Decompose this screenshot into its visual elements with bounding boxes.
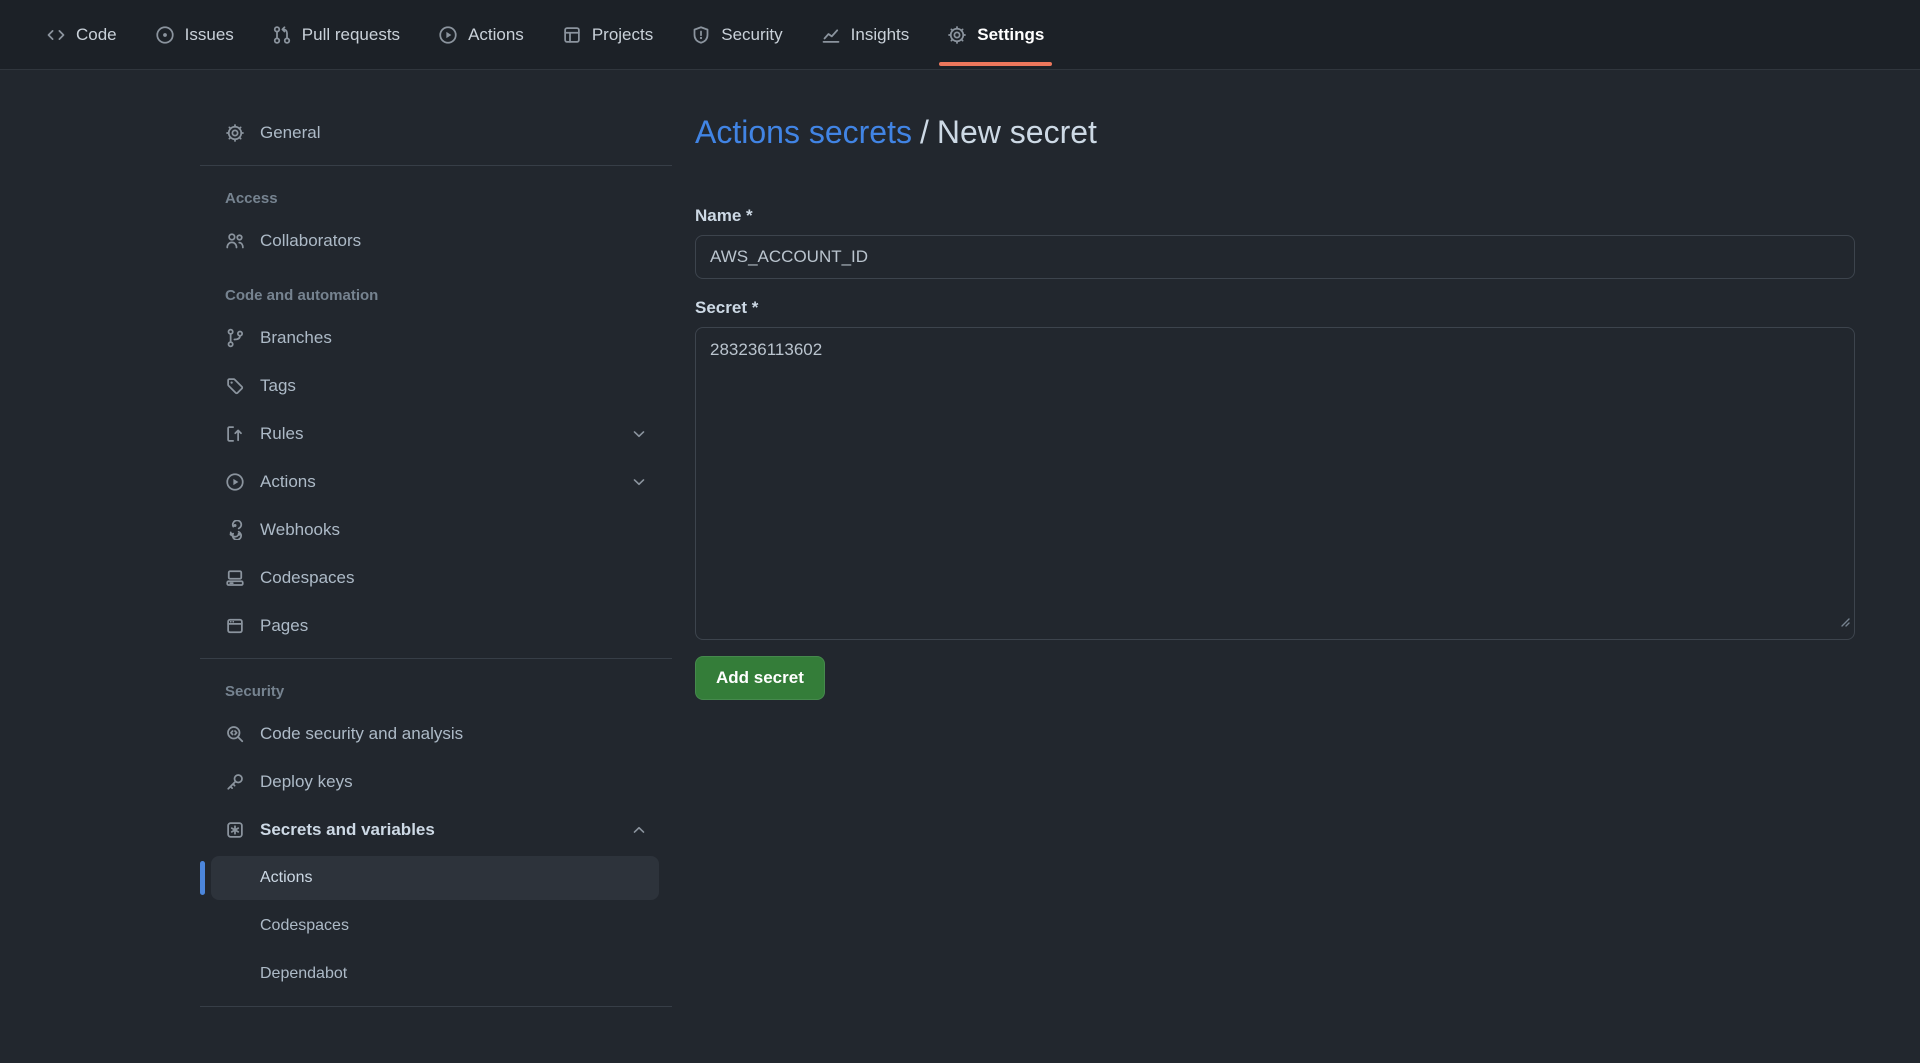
tab-label: Pull requests: [302, 25, 400, 45]
tab-label: Projects: [592, 25, 653, 45]
active-item-indicator: [200, 861, 205, 895]
git-pull-request-icon: [272, 25, 292, 45]
tab-pull-requests[interactable]: Pull requests: [258, 0, 414, 69]
add-secret-button[interactable]: Add secret: [695, 656, 825, 700]
breadcrumb-separator: /: [920, 114, 929, 150]
sidebar-item-label: Rules: [260, 424, 303, 444]
table-icon: [562, 25, 582, 45]
sidebar-item-codespaces[interactable]: Codespaces: [200, 556, 672, 600]
sidebar-item-label: Collaborators: [260, 231, 361, 251]
sidebar-item-label: Deploy keys: [260, 772, 353, 792]
play-icon: [225, 472, 245, 492]
sidebar-item-code-security[interactable]: Code security and analysis: [200, 712, 672, 756]
gear-icon: [947, 25, 967, 45]
codespaces-icon: [225, 568, 245, 588]
issue-opened-icon: [155, 25, 175, 45]
sidebar-item-label: Branches: [260, 328, 332, 348]
tab-security[interactable]: Security: [677, 0, 796, 69]
tab-code[interactable]: Code: [32, 0, 131, 69]
tab-label: Actions: [468, 25, 524, 45]
sidebar-item-label: Webhooks: [260, 520, 340, 540]
sidebar-item-rules[interactable]: Rules: [200, 412, 672, 456]
codescan-icon: [225, 724, 245, 744]
sidebar-subitem-dependabot[interactable]: Dependabot: [211, 952, 659, 996]
tab-issues[interactable]: Issues: [141, 0, 248, 69]
shield-icon: [691, 25, 711, 45]
code-icon: [46, 25, 66, 45]
sidebar-item-pages[interactable]: Pages: [200, 604, 672, 648]
secret-value-textarea[interactable]: 283236113602: [695, 327, 1855, 640]
tag-icon: [225, 376, 245, 396]
sidebar-subitem-label: Dependabot: [260, 965, 347, 983]
sidebar-item-label: Actions: [260, 472, 316, 492]
tab-label: Security: [721, 25, 782, 45]
sidebar-item-tags[interactable]: Tags: [200, 364, 672, 408]
git-branch-icon: [225, 328, 245, 348]
breadcrumb: Actions secrets/New secret: [695, 112, 1855, 152]
browser-icon: [225, 616, 245, 636]
sidebar-item-webhooks[interactable]: Webhooks: [200, 508, 672, 552]
chevron-down-icon: [630, 473, 648, 491]
tab-label: Settings: [977, 25, 1044, 45]
active-tab-underline: [939, 62, 1052, 66]
sidebar-item-deploy-keys[interactable]: Deploy keys: [200, 760, 672, 804]
chevron-down-icon: [630, 425, 648, 443]
tab-actions[interactable]: Actions: [424, 0, 538, 69]
secret-label: Secret *: [695, 296, 1855, 320]
tab-settings[interactable]: Settings: [933, 0, 1058, 69]
people-icon: [225, 231, 245, 251]
section-header-code-and-automation: Code and automation: [225, 287, 672, 304]
section-header-access: Access: [225, 190, 672, 207]
sidebar-item-label: General: [260, 123, 320, 143]
webhook-icon: [225, 520, 245, 540]
sidebar-item-general[interactable]: General: [200, 111, 672, 155]
divider: [200, 658, 672, 659]
sidebar-item-secrets-and-variables[interactable]: Secrets and variables: [200, 808, 672, 852]
new-secret-form: Actions secrets/New secret Name * Secret…: [695, 70, 1855, 700]
tab-label: Code: [76, 25, 117, 45]
actions-secrets-link[interactable]: Actions secrets: [695, 114, 912, 150]
tab-label: Issues: [185, 25, 234, 45]
sidebar-subitem-label: Actions: [260, 869, 312, 887]
divider: [200, 1006, 672, 1007]
secret-name-input[interactable]: [695, 235, 1855, 279]
gear-icon: [225, 123, 245, 143]
settings-sidebar: General Access Collaborators Code and au…: [200, 111, 672, 1019]
sidebar-subitem-actions[interactable]: Actions: [211, 856, 659, 900]
sidebar-item-collaborators[interactable]: Collaborators: [200, 219, 672, 263]
repo-tab-bar: Code Issues Pull requests Actions Projec…: [0, 0, 1920, 70]
tab-label: Insights: [851, 25, 910, 45]
secret-textarea-wrap: 283236113602: [695, 327, 1855, 640]
graph-icon: [821, 25, 841, 45]
chevron-up-icon: [630, 821, 648, 839]
sidebar-subitem-label: Codespaces: [260, 917, 349, 935]
tab-projects[interactable]: Projects: [548, 0, 667, 69]
sidebar-item-label: Code security and analysis: [260, 724, 463, 744]
resize-handle-icon[interactable]: [1837, 614, 1851, 633]
sidebar-subitem-codespaces[interactable]: Codespaces: [211, 904, 659, 948]
divider: [200, 165, 672, 166]
tab-insights[interactable]: Insights: [807, 0, 924, 69]
sidebar-item-label: Codespaces: [260, 568, 355, 588]
play-icon: [438, 25, 458, 45]
secret-asterisk-icon: [225, 820, 245, 840]
sidebar-item-label: Pages: [260, 616, 308, 636]
name-label: Name *: [695, 204, 1855, 228]
sidebar-item-label: Secrets and variables: [260, 820, 435, 840]
sidebar-item-label: Tags: [260, 376, 296, 396]
sidebar-item-branches[interactable]: Branches: [200, 316, 672, 360]
section-header-security: Security: [225, 683, 672, 700]
breadcrumb-current: New secret: [937, 114, 1097, 150]
rules-icon: [225, 424, 245, 444]
sidebar-item-actions[interactable]: Actions: [200, 460, 672, 504]
key-icon: [225, 772, 245, 792]
